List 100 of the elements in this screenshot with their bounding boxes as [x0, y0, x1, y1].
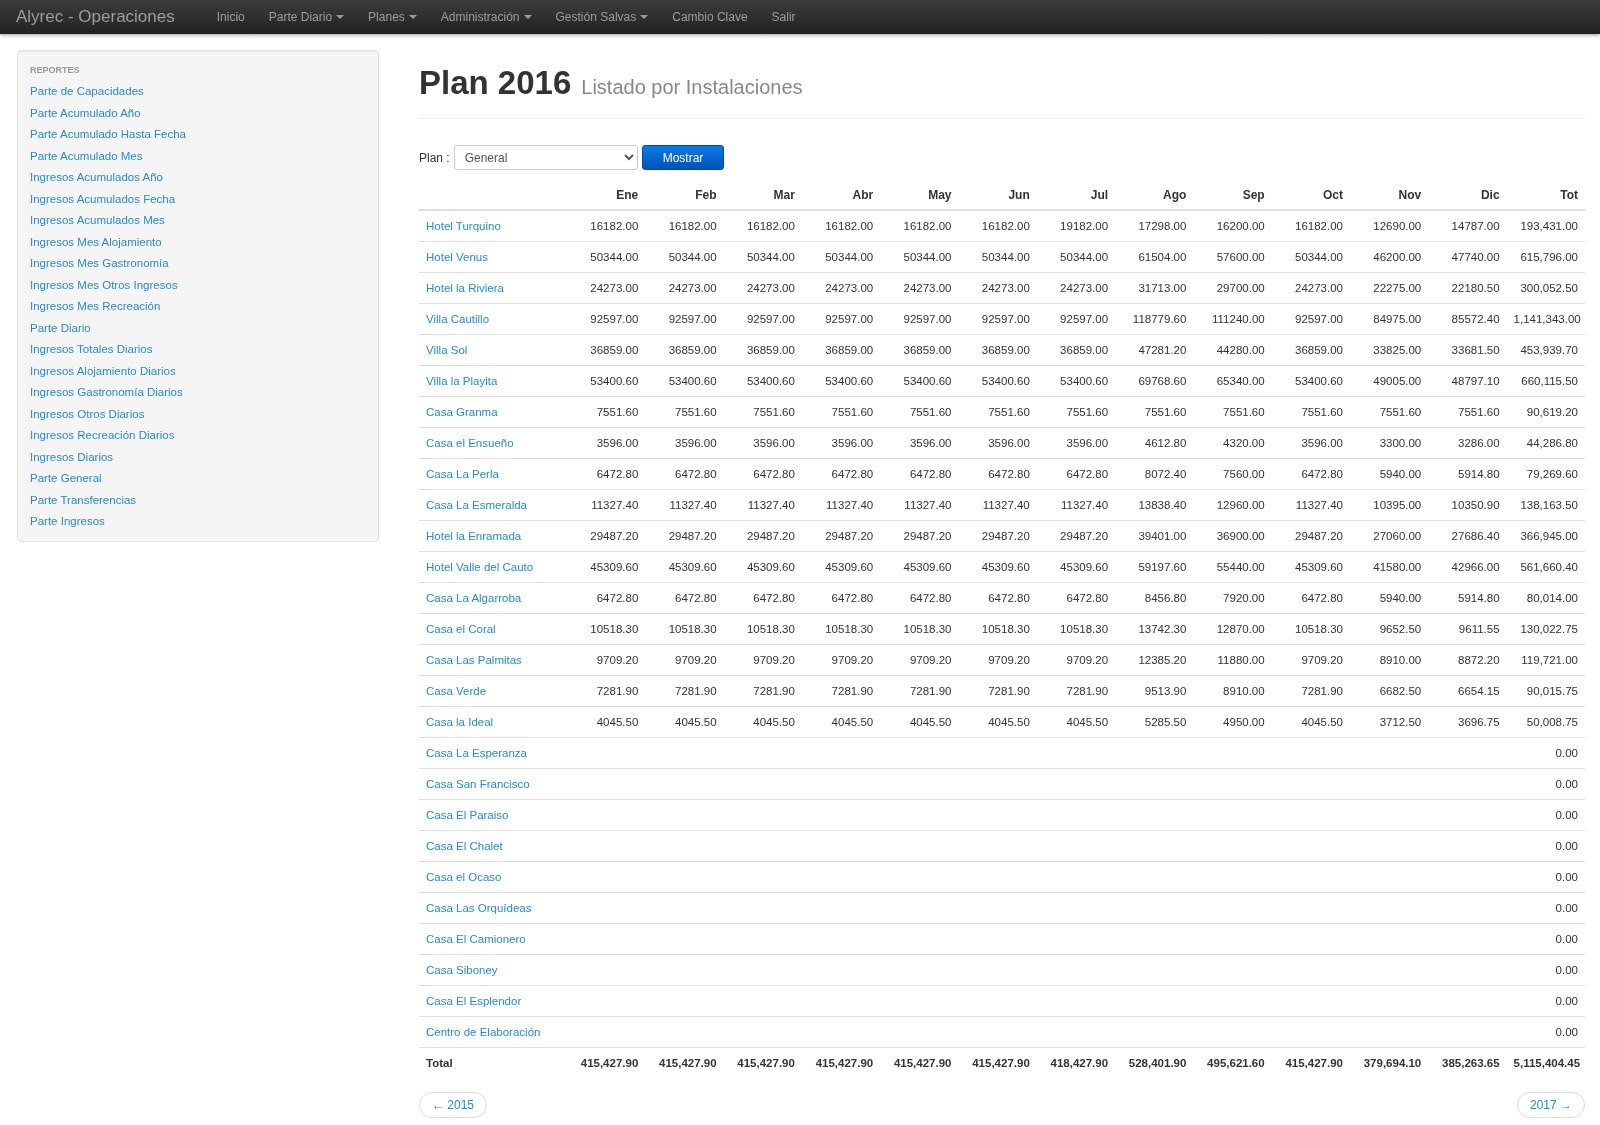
table-cell: 3596.00 [958, 427, 1037, 458]
facility-link[interactable]: Casa el Ocaso [426, 870, 502, 883]
sidebar-link[interactable]: Parte Acumulado Hasta Fecha [30, 124, 186, 146]
table-cell: 7551.60 [880, 396, 959, 427]
sidebar-link[interactable]: Ingresos Mes Alojamiento [30, 231, 162, 253]
table-cell: 24273.00 [1271, 272, 1350, 303]
table-cell: 12870.00 [1193, 613, 1272, 644]
facility-link[interactable]: Casa La Esperanza [426, 746, 527, 759]
total-cell: 415,427.90 [801, 1047, 881, 1078]
table-cell: 29487.20 [567, 520, 646, 551]
facility-link[interactable]: Casa San Francisco [426, 777, 530, 790]
table-cell: 92597.00 [958, 303, 1037, 334]
sidebar-link[interactable]: Ingresos Totales Diarios [30, 339, 153, 361]
table-cell: 7551.60 [1271, 396, 1350, 427]
sidebar-link[interactable]: Ingresos Acumulados Año [30, 167, 163, 189]
sidebar-link[interactable]: Parte Acumulado Año [30, 102, 141, 124]
table-cell: 5914.80 [1428, 582, 1507, 613]
table-cell: 45309.60 [1271, 551, 1350, 582]
caret-icon [640, 15, 649, 19]
table-cell: 92597.00 [880, 303, 959, 334]
sidebar-link[interactable]: Ingresos Recreación Diarios [30, 425, 175, 447]
facility-link[interactable]: Hotel la Riviera [426, 281, 504, 294]
facility-link[interactable]: Casa la Ideal [426, 715, 494, 728]
table-cell: 7551.60 [723, 396, 802, 427]
table-cell: 41580.00 [1349, 551, 1429, 582]
facility-link[interactable]: Casa La Perla [426, 467, 499, 480]
table-cell: 53400.60 [1271, 365, 1350, 396]
table-cell: 16182.00 [1271, 210, 1350, 241]
table-cell: 9611.55 [1428, 613, 1507, 644]
sidebar-link[interactable]: Parte Transferencias [30, 489, 137, 511]
facility-link[interactable]: Casa El Camionero [426, 932, 526, 945]
facility-link[interactable]: Hotel Turquino [426, 219, 501, 232]
sidebar-link[interactable]: Ingresos Mes Gastronomía [30, 253, 169, 275]
facility-link[interactable]: Casa Siboney [426, 963, 498, 976]
sidebar-link[interactable]: Parte Ingresos [30, 511, 105, 533]
facility-link[interactable]: Casa el Ensueño [426, 436, 514, 449]
sidebar-link[interactable]: Parte Diario [30, 317, 91, 339]
table-cell: 45309.60 [958, 551, 1037, 582]
sidebar-link[interactable]: Ingresos Gastronomía Diarios [30, 382, 183, 404]
facility-link[interactable]: Casa El Esplendor [426, 994, 522, 1007]
table-cell: 10518.30 [723, 613, 802, 644]
table-cell: 119,721.00 [1506, 644, 1585, 675]
facility-link[interactable]: Hotel Venus [426, 250, 488, 263]
sidebar-link[interactable]: Parte Acumulado Mes [30, 145, 143, 167]
total-cell: 528,401.90 [1115, 1047, 1194, 1078]
facility-link[interactable]: Villa Sol [426, 343, 468, 356]
brand-link[interactable]: Alyrec - Operaciones [16, 7, 175, 27]
table-cell: 6472.80 [958, 582, 1037, 613]
sidebar-link[interactable]: Ingresos Acumulados Mes [30, 210, 165, 232]
sidebar-link[interactable]: Ingresos Mes Otros Ingresos [30, 274, 178, 296]
facility-link[interactable]: Casa el Coral [426, 622, 496, 635]
table-cell: 47740.00 [1428, 241, 1507, 272]
nav-link[interactable]: Parte Diario [256, 10, 357, 24]
sidebar-link[interactable]: Parte General [30, 468, 102, 490]
facility-link[interactable]: Villa la Playita [426, 374, 498, 387]
table-cell: 0.00 [1506, 892, 1585, 923]
sidebar-link[interactable]: Ingresos Acumulados Fecha [30, 188, 176, 210]
plan-select[interactable]: General [453, 145, 638, 170]
facility-link[interactable]: Casa Las Palmitas [426, 653, 522, 666]
table-cell: 4045.50 [567, 706, 646, 737]
table-cell: 7281.90 [801, 675, 881, 706]
facility-link[interactable]: Casa Las Orquídeas [426, 901, 532, 914]
facility-link[interactable]: Casa La Algarroba [426, 591, 522, 604]
facility-link[interactable]: Casa La Esmeralda [426, 498, 527, 511]
facility-link[interactable]: Hotel la Enramada [426, 529, 522, 542]
nav-link[interactable]: Planes [356, 10, 429, 24]
show-button[interactable]: Mostrar [641, 145, 725, 170]
nav-link[interactable]: Salir [759, 10, 808, 24]
nav-link[interactable]: Administración [428, 10, 544, 24]
table-cell: 4045.50 [645, 706, 724, 737]
table-cell: 366,945.00 [1506, 520, 1585, 551]
sidebar-link[interactable]: Parte de Capacidades [30, 81, 144, 103]
table-cell: 9513.90 [1115, 675, 1194, 706]
table-cell: 4612.80 [1115, 427, 1194, 458]
nav-link[interactable]: Inicio [204, 10, 257, 24]
previous-year-link[interactable]: ← 2015 [419, 1092, 488, 1118]
facility-link[interactable]: Casa El Chalet [426, 839, 503, 852]
sidebar-link[interactable]: Ingresos Otros Diarios [30, 403, 145, 425]
sidebar-heading: REPORTES [30, 64, 81, 75]
sidebar-link[interactable]: Ingresos Diarios [30, 446, 114, 468]
facility-link[interactable]: Casa El Paraiso [426, 808, 509, 821]
sidebar-link[interactable]: Ingresos Alojamiento Diarios [30, 360, 176, 382]
facility-link[interactable]: Casa Granma [426, 405, 498, 418]
table-cell: 4045.50 [1271, 706, 1350, 737]
nav-link[interactable]: Gestión Salvas [543, 10, 661, 24]
table-cell: 10518.30 [880, 613, 959, 644]
table-cell: 10350.90 [1428, 489, 1507, 520]
nav-link[interactable]: Cambio Clave [660, 10, 760, 24]
facility-link[interactable]: Centro de Elaboración [426, 1025, 541, 1038]
column-header: Nov [1349, 184, 1429, 210]
next-year-link[interactable]: 2017 → [1516, 1092, 1585, 1118]
facility-link[interactable]: Casa Verde [426, 684, 487, 697]
table-cell: 660,115.50 [1506, 365, 1585, 396]
table-cell: 16182.00 [880, 210, 959, 241]
total-cell: 5,115,404.45 [1506, 1047, 1585, 1078]
table-cell: 50344.00 [1271, 241, 1350, 272]
facility-link[interactable]: Villa Cautillo [426, 312, 490, 325]
sidebar-link[interactable]: Ingresos Mes Recreación [30, 296, 161, 318]
facility-link[interactable]: Hotel Valle del Cauto [426, 560, 534, 573]
table-cell: 111240.00 [1193, 303, 1272, 334]
